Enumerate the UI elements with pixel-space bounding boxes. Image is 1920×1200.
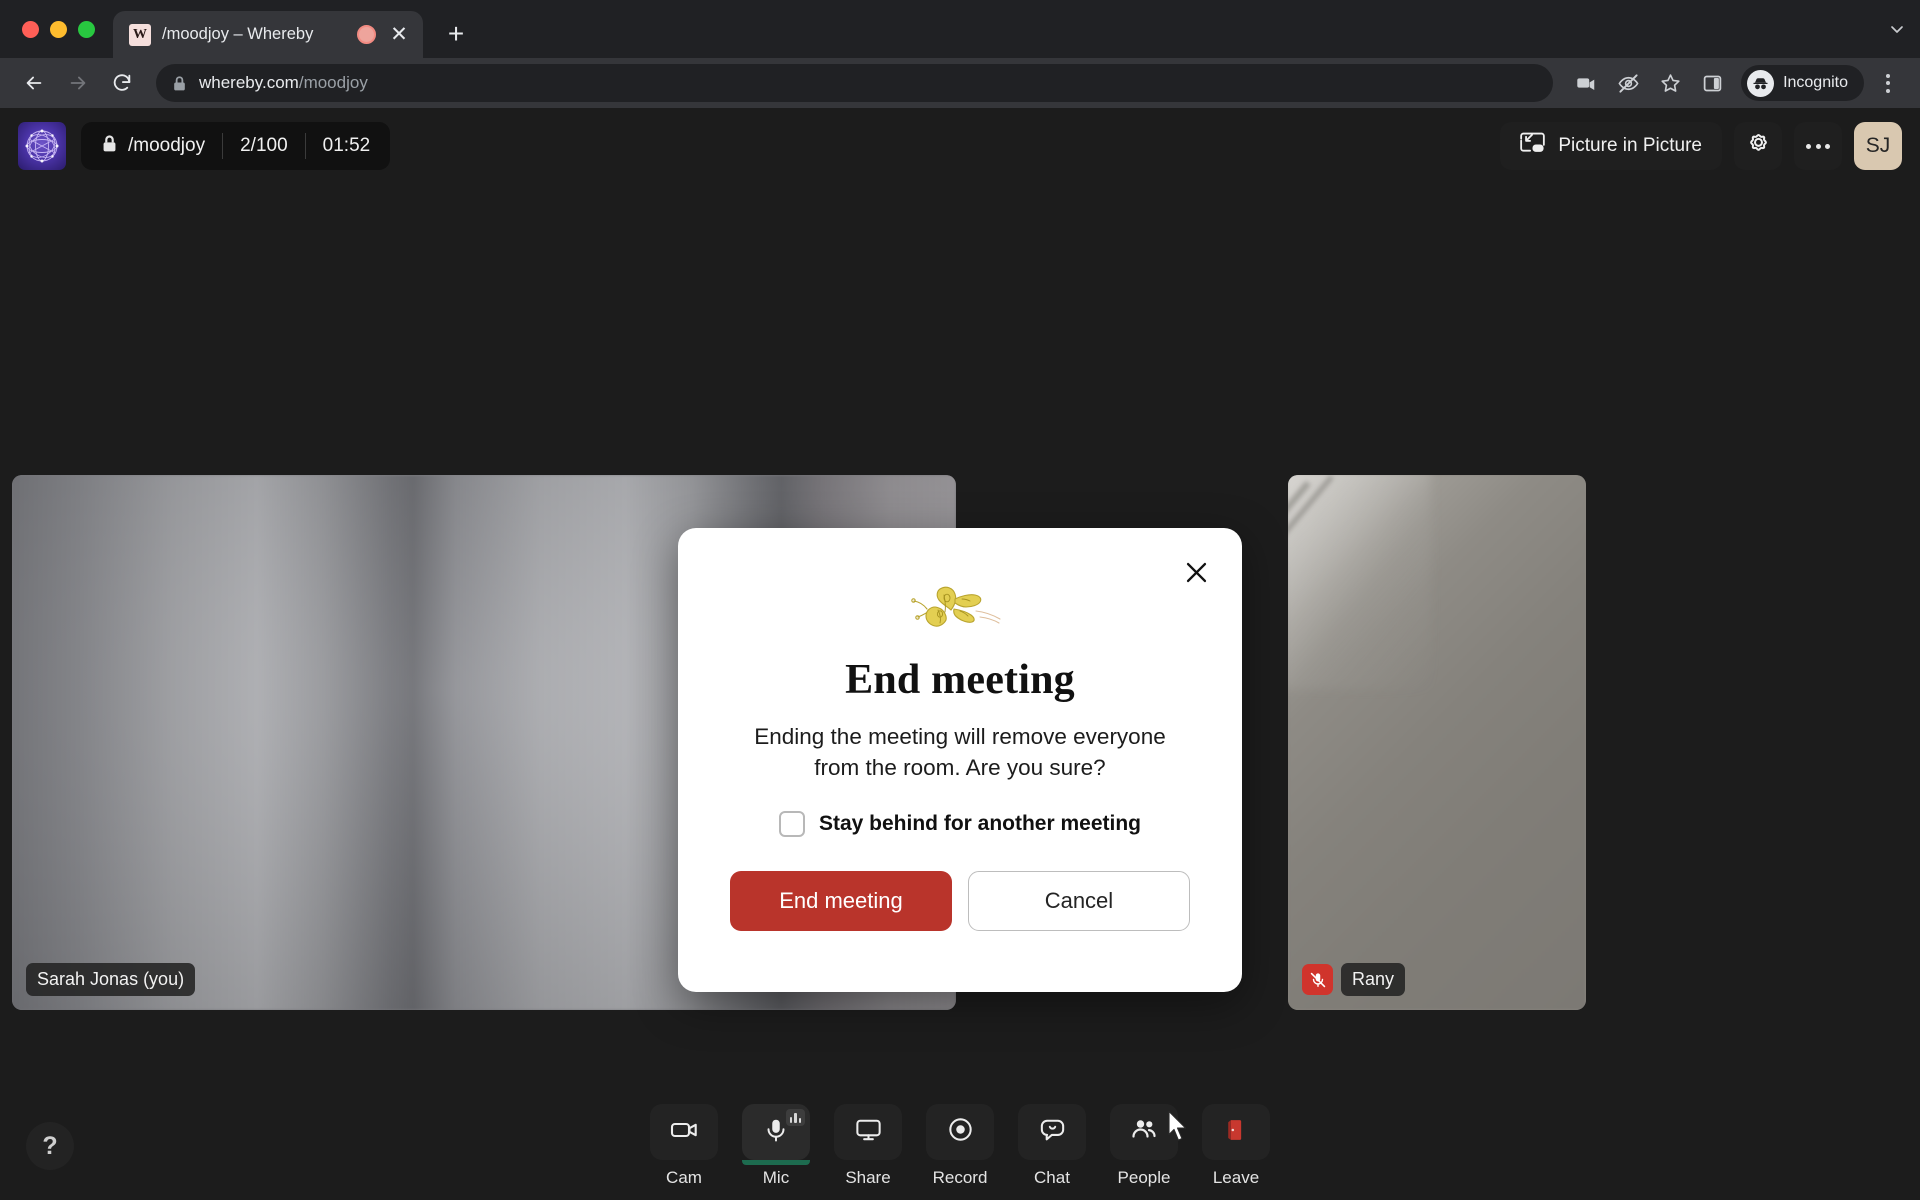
window-maximize-button[interactable]	[78, 20, 95, 38]
forward-arrow-icon[interactable]	[58, 63, 98, 103]
tab-search-chevron-down-icon[interactable]	[1874, 0, 1920, 58]
address-bar-url: whereby.com/moodjoy	[199, 73, 368, 93]
eye-off-icon[interactable]	[1609, 64, 1647, 102]
whereby-app: Sarah Jonas (you) Rany /moodjoy 2/100 01…	[0, 108, 1920, 1200]
dialog-actions: End meeting Cancel	[730, 871, 1190, 932]
side-panel-icon[interactable]	[1693, 64, 1731, 102]
end-meeting-button[interactable]: End meeting	[730, 871, 952, 932]
tab-close-icon[interactable]: ✕	[387, 23, 411, 47]
browser-tabstrip: W /moodjoy – Whereby ✕ +	[0, 0, 1920, 58]
window-close-button[interactable]	[22, 20, 39, 38]
browser-tab[interactable]: W /moodjoy – Whereby ✕	[113, 11, 423, 58]
stay-behind-checkbox-row[interactable]: Stay behind for another meeting	[778, 811, 1142, 838]
tab-favicon: W	[129, 23, 151, 46]
stay-behind-label: Stay behind for another meeting	[818, 812, 1142, 836]
recording-indicator-icon[interactable]	[357, 25, 376, 44]
cancel-button[interactable]: Cancel	[967, 871, 1190, 932]
address-bar[interactable]: whereby.com/moodjoy	[156, 64, 1554, 102]
profile-incognito-button[interactable]: Incognito	[1741, 65, 1864, 101]
butterfly-illustration	[900, 578, 1020, 642]
camera-icon[interactable]	[1567, 64, 1605, 102]
tab-title: /moodjoy – Whereby	[162, 25, 314, 43]
browser-toolbar: whereby.com/moodjoy Incognito	[0, 58, 1920, 108]
dialog-body-text: Ending the meeting will remove everyone …	[754, 724, 1166, 780]
back-arrow-icon[interactable]	[14, 63, 54, 103]
profile-label: Incognito	[1783, 74, 1848, 91]
close-x-icon[interactable]	[1176, 552, 1216, 592]
star-icon[interactable]	[1651, 64, 1689, 102]
url-path: /moodjoy	[298, 73, 368, 92]
stay-behind-checkbox[interactable]	[778, 811, 805, 838]
window-traffic-lights	[0, 0, 113, 58]
url-domain: whereby.com	[199, 73, 299, 92]
dialog-title: End meeting	[845, 657, 1075, 703]
end-meeting-dialog: End meeting Ending the meeting will remo…	[678, 528, 1242, 992]
lock-icon	[172, 75, 187, 92]
new-tab-button[interactable]: +	[437, 15, 475, 53]
incognito-hat-icon	[1747, 69, 1775, 97]
reload-icon[interactable]	[102, 63, 142, 103]
modal-backdrop: End meeting Ending the meeting will remo…	[0, 108, 1920, 1200]
window-minimize-button[interactable]	[50, 20, 67, 38]
browser-chrome: W /moodjoy – Whereby ✕ + whereby.com/moo…	[0, 0, 1920, 108]
three-dot-menu-icon[interactable]	[1870, 64, 1906, 102]
